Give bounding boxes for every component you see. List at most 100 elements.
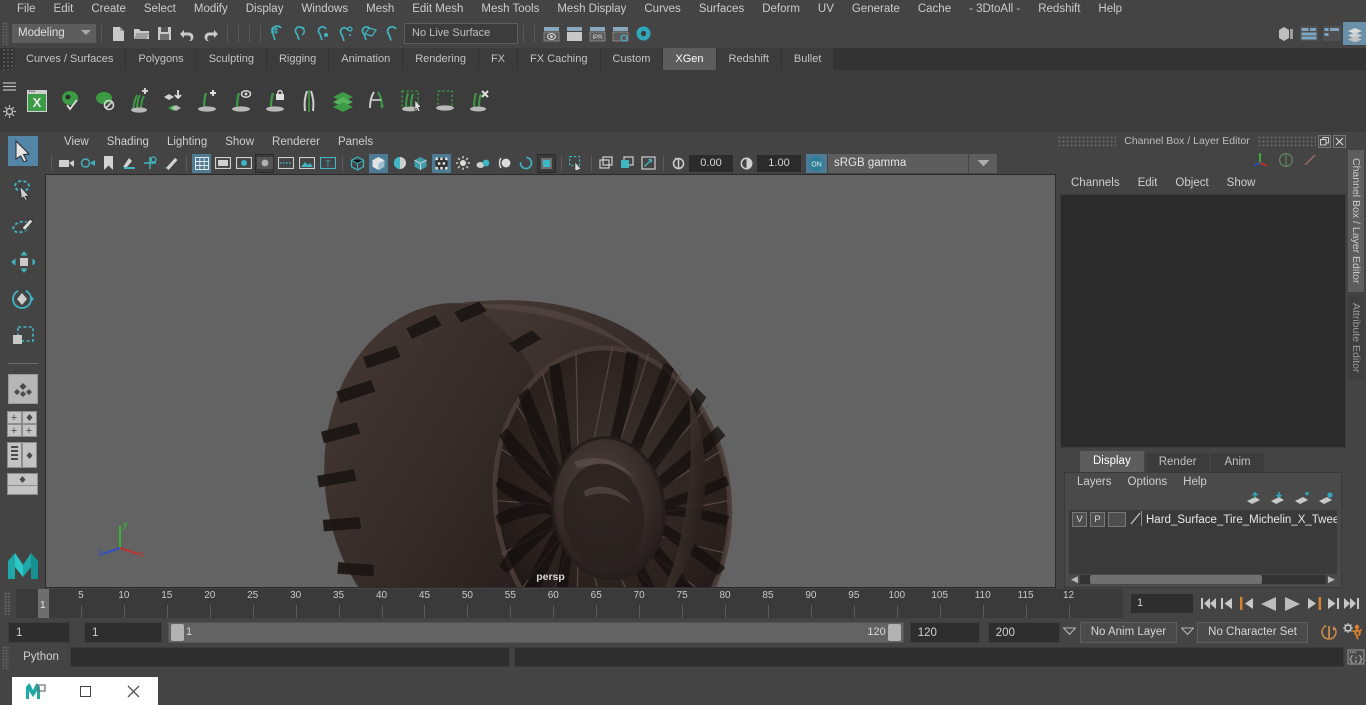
viewport-menu-lighting[interactable]: Lighting	[158, 132, 216, 152]
rotate-tool[interactable]	[8, 284, 38, 314]
statusline-grip[interactable]	[2, 22, 9, 45]
shelf-tab-curves-surfaces[interactable]: Curves / Surfaces	[14, 48, 126, 70]
gamma-reset-icon[interactable]	[737, 154, 756, 173]
show-hide-modeling-toolkit-icon[interactable]	[1274, 22, 1297, 45]
resolution-gate-icon[interactable]	[234, 154, 253, 173]
gamma-field[interactable]: 1.00	[757, 154, 801, 172]
dock-tab-channel-box[interactable]: Channel Box / Layer Editor	[1348, 150, 1364, 292]
scale-tool[interactable]	[8, 321, 38, 351]
panel-drag-dots-right[interactable]	[1257, 136, 1316, 146]
show-hide-tool-settings-icon[interactable]	[1320, 22, 1343, 45]
screen-space-ao-icon[interactable]	[474, 154, 493, 173]
menu-edit-mesh[interactable]: Edit Mesh	[403, 0, 472, 19]
xgen-add-guide-icon[interactable]	[190, 83, 224, 119]
go-to-end-icon[interactable]	[1343, 593, 1360, 615]
play-forwards-icon[interactable]	[1281, 593, 1303, 615]
textured-icon[interactable]	[411, 154, 430, 173]
color-management-chevron-icon[interactable]	[969, 153, 997, 173]
anim-end-field[interactable]: 200	[987, 621, 1060, 643]
layer-menu-help[interactable]: Help	[1175, 473, 1215, 491]
shelf-menu-icon[interactable]	[2, 81, 16, 94]
layer-menu-options[interactable]: Options	[1120, 473, 1176, 491]
character-set-field[interactable]: No Character Set	[1197, 621, 1308, 643]
scroll-thumb[interactable]	[1089, 575, 1263, 584]
shelf-tab-animation[interactable]: Animation	[329, 48, 403, 70]
menu-windows[interactable]: Windows	[292, 0, 357, 19]
layer-visibility-toggle[interactable]: V	[1072, 512, 1087, 527]
shadows-icon[interactable]	[453, 154, 472, 173]
range-start-field[interactable]: 1	[84, 621, 162, 643]
render-current-frame-icon[interactable]	[540, 22, 563, 45]
wireframe-icon[interactable]	[348, 154, 367, 173]
anim-layer-field[interactable]: No Anim Layer	[1079, 621, 1178, 643]
shelf-tab-sculpting[interactable]: Sculpting	[196, 48, 266, 70]
layout-preset-outliner-persp[interactable]	[6, 442, 39, 468]
command-input[interactable]	[70, 647, 510, 667]
menu-mesh[interactable]: Mesh	[357, 0, 403, 19]
scroll-left-icon[interactable]: ◀	[1069, 574, 1080, 585]
step-back-keyframe-icon[interactable]	[1219, 593, 1236, 615]
two-d-pan-zoom-icon[interactable]	[141, 154, 160, 173]
shelf-options-gear-icon[interactable]	[2, 104, 16, 121]
smooth-shade-all-icon[interactable]	[369, 153, 388, 173]
lights-icon[interactable]	[432, 153, 451, 173]
exposure-field[interactable]: 0.00	[689, 154, 733, 172]
menu-display[interactable]: Display	[237, 0, 293, 19]
viewport-3d[interactable]: y x z persp	[45, 174, 1056, 588]
animation-preferences-icon[interactable]	[1340, 622, 1366, 642]
axis-gizmo-icon[interactable]	[1253, 152, 1270, 170]
panel-drag-dots[interactable]	[1058, 136, 1117, 146]
shelf-tab-rigging[interactable]: Rigging	[266, 48, 329, 70]
step-forward-keyframe-icon[interactable]	[1324, 593, 1341, 615]
snap-to-view-plane-icon[interactable]	[358, 22, 381, 45]
range-bar[interactable]: 1 120	[168, 621, 904, 643]
menu-mesh-tools[interactable]: Mesh Tools	[472, 0, 548, 19]
menu-help[interactable]: Help	[1089, 0, 1131, 19]
menu-select[interactable]: Select	[135, 0, 185, 19]
command-output[interactable]	[514, 647, 1344, 667]
select-tool[interactable]	[7, 136, 38, 166]
layout-preset-four-view[interactable]: + + +	[6, 411, 39, 437]
viewport-menu-view[interactable]: View	[55, 132, 98, 152]
snap-to-point-icon[interactable]	[312, 22, 335, 45]
command-line-grip[interactable]	[2, 645, 9, 669]
layer-list[interactable]: V P Hard_Surface_Tire_Michelin_X_Tweel_D	[1069, 510, 1337, 574]
menu-edit[interactable]: Edit	[45, 0, 83, 19]
maya-app-icon[interactable]	[12, 677, 61, 705]
menu-surfaces[interactable]: Surfaces	[690, 0, 753, 19]
viewport-menu-renderer[interactable]: Renderer	[263, 132, 329, 152]
lasso-select-tool[interactable]	[8, 173, 38, 203]
shelf-tab-rendering[interactable]: Rendering	[403, 48, 478, 70]
auto-keyframe-icon[interactable]	[1318, 623, 1340, 641]
color-management-toggle-icon[interactable]: ON	[806, 153, 827, 173]
motion-blur-icon[interactable]	[495, 154, 514, 173]
xgen-preview-icon[interactable]	[54, 83, 88, 119]
undo-icon[interactable]	[176, 22, 199, 45]
move-tool[interactable]	[8, 247, 38, 277]
viewport-menu-shading[interactable]: Shading	[98, 132, 158, 152]
shelf-tab-xgen[interactable]: XGen	[663, 48, 716, 70]
layer-name[interactable]: Hard_Surface_Tire_Michelin_X_Tweel_D	[1146, 514, 1337, 526]
panel-zoom-icon[interactable]	[618, 154, 637, 173]
scroll-right-icon[interactable]: ▶	[1326, 574, 1337, 585]
menu-curves[interactable]: Curves	[635, 0, 689, 19]
move-layer-up-icon[interactable]	[1246, 491, 1261, 508]
gate-mask-icon[interactable]	[255, 153, 274, 173]
xgen-region-select-icon[interactable]	[428, 83, 462, 119]
play-backwards-icon[interactable]	[1257, 593, 1279, 615]
viewport-menu-panels[interactable]: Panels	[329, 132, 382, 152]
snap-to-projected-center-icon[interactable]	[335, 22, 358, 45]
current-frame-field[interactable]: 1	[1131, 594, 1193, 613]
range-end-handle[interactable]	[887, 623, 901, 641]
multisample-icon[interactable]	[516, 154, 535, 173]
xgen-show-guides-icon[interactable]	[224, 83, 258, 119]
time-slider[interactable]: 1 5 10 15 20 25 30 35 40 45 50 55 60 65 70 75 80 85 90 95 1…	[16, 589, 1123, 618]
shelf-tab-fx-caching[interactable]: FX Caching	[518, 48, 600, 70]
menu-generate[interactable]: Generate	[843, 0, 909, 19]
grid-toggle-icon[interactable]	[192, 153, 211, 173]
isolate-select-icon[interactable]	[567, 154, 586, 173]
xgen-editor-icon[interactable]: X	[20, 83, 54, 119]
snap-to-grid-icon[interactable]	[266, 22, 289, 45]
channel-box-content[interactable]	[1060, 194, 1346, 448]
move-layer-down-icon[interactable]	[1270, 492, 1285, 508]
